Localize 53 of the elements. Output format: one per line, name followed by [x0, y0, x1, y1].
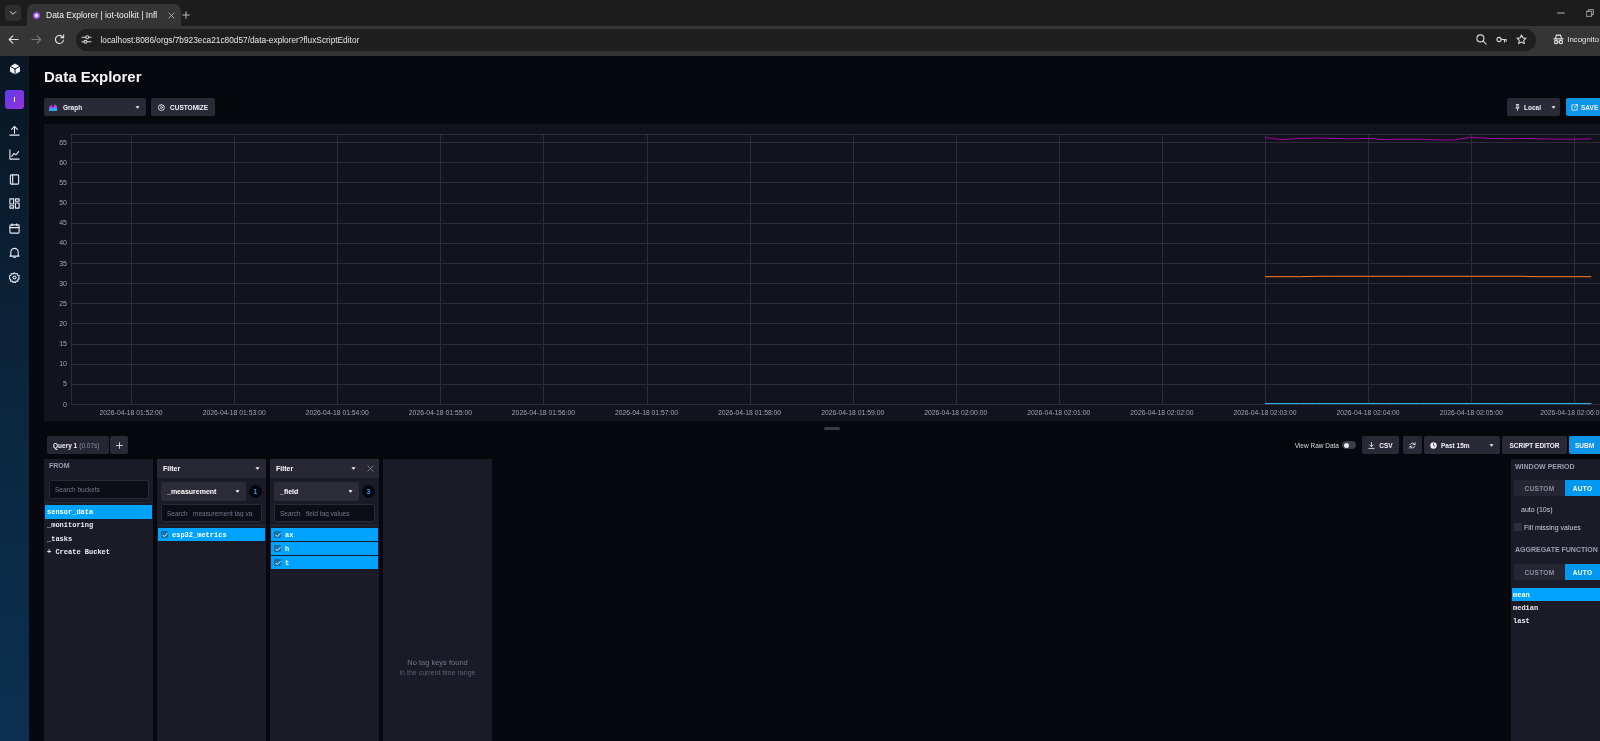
- dashboard-icon[interactable]: [9, 198, 20, 210]
- checkbox[interactable]: [274, 559, 281, 566]
- caret-icon: [235, 489, 240, 494]
- caret-icon: [135, 104, 140, 110]
- settings-icon[interactable]: [9, 272, 20, 284]
- magnifier-icon[interactable]: [1475, 34, 1487, 45]
- restore-icon[interactable]: [1586, 9, 1594, 17]
- caret-icon: [1551, 104, 1556, 110]
- tab-search-button[interactable]: [5, 5, 21, 21]
- hexagon-icon: [32, 10, 41, 20]
- pin-icon: [1514, 103, 1521, 111]
- toggle-switch[interactable]: [1342, 441, 1356, 449]
- close-icon[interactable]: [168, 11, 175, 19]
- key-icon[interactable]: [1495, 34, 1507, 45]
- checkbox[interactable]: [161, 531, 168, 538]
- minimize-icon[interactable]: [1557, 9, 1565, 17]
- clock-icon: [1430, 441, 1437, 449]
- add-query-button[interactable]: [110, 436, 128, 454]
- resize-handle[interactable]: [824, 427, 840, 430]
- chevron-icon: [9, 9, 17, 17]
- close-icon[interactable]: [367, 465, 374, 472]
- notebook-icon[interactable]: [9, 173, 20, 185]
- plus-icon[interactable]: [182, 11, 190, 19]
- caret-icon: [348, 489, 353, 494]
- graph-icon: [49, 103, 57, 111]
- logo-icon[interactable]: [8, 63, 21, 75]
- caret-icon: [1489, 442, 1494, 448]
- back-icon[interactable]: [7, 34, 19, 45]
- star-icon[interactable]: [1515, 34, 1527, 45]
- reload-icon[interactable]: [53, 34, 65, 45]
- caret-icon: [255, 466, 260, 471]
- page-title: Data Explorer: [44, 68, 142, 86]
- forward-icon[interactable]: [30, 34, 42, 45]
- tab-title: Data Explorer | iot-toolkit | Infl: [46, 10, 159, 20]
- incognito-icon: [1553, 34, 1565, 45]
- address-bar[interactable]: localhost:8086/orgs/7b923eca21c80d57/data-explorer?fluxScriptEditor: [75, 28, 1536, 51]
- refresh-button[interactable]: [1403, 436, 1422, 454]
- gear-icon: [158, 103, 165, 111]
- checkbox[interactable]: [274, 531, 281, 538]
- plus-icon: [115, 441, 123, 449]
- line-chart-icon[interactable]: [9, 149, 20, 161]
- export-icon: [1571, 103, 1578, 111]
- browser-tab[interactable]: Data Explorer | iot-toolkit | Infl: [27, 4, 181, 26]
- url-text: localhost:8086/orgs/7b923eca21c80d57/data-explorer?fluxScriptEditor: [100, 34, 361, 45]
- bell-icon[interactable]: [9, 247, 20, 259]
- caret-icon: [351, 466, 356, 471]
- refresh-icon: [1409, 441, 1416, 449]
- calendar-icon[interactable]: [9, 222, 20, 234]
- upload-icon[interactable]: [9, 124, 20, 136]
- download-icon: [1368, 441, 1376, 449]
- check-icon: [161, 531, 168, 538]
- checkbox[interactable]: [274, 545, 281, 552]
- sliders-icon[interactable]: [80, 34, 92, 45]
